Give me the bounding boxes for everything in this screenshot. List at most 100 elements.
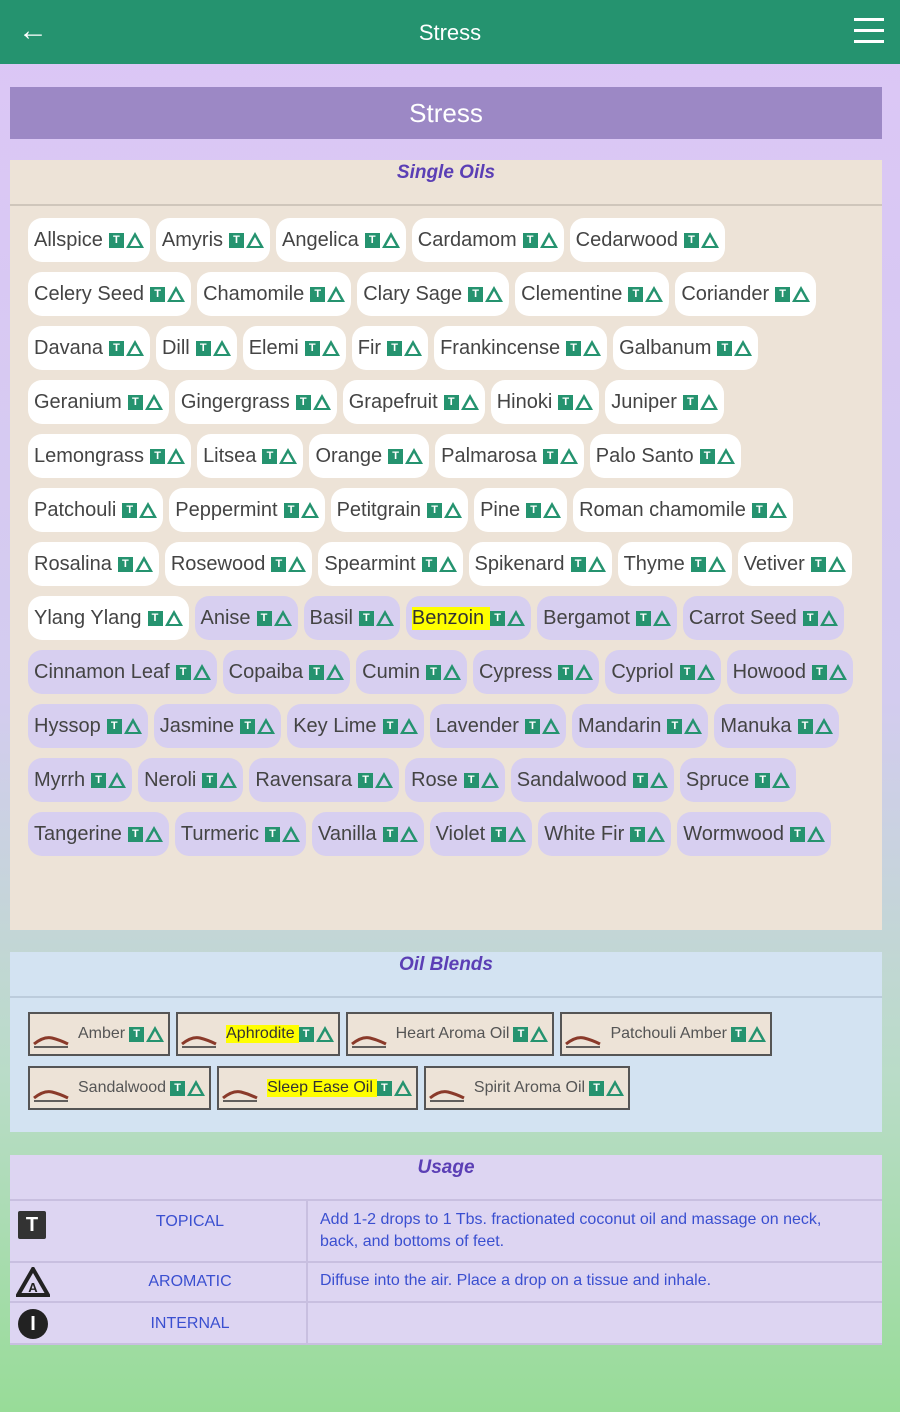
oil-chip[interactable]: Roman chamomile T: [573, 488, 793, 532]
topical-icon: T: [730, 1026, 746, 1042]
oil-chip[interactable]: Vanilla T: [312, 812, 424, 856]
usage-description: Diffuse into the air. Place a drop on a …: [320, 1272, 712, 1289]
topical-icon: T: [802, 610, 818, 626]
oil-chip[interactable]: Bergamot T: [537, 596, 677, 640]
oil-chip[interactable]: Ravensara T: [249, 758, 400, 802]
oil-chip[interactable]: Jasmine T: [153, 704, 282, 748]
aromatic-icon: [827, 556, 846, 572]
topical-icon: T: [632, 772, 648, 788]
oil-chip[interactable]: Sandalwood T: [510, 758, 674, 802]
oil-chip[interactable]: Chamomile T: [197, 272, 352, 316]
oil-chip[interactable]: Cardamom T: [411, 218, 564, 262]
blend-item[interactable]: Aphrodite T: [176, 1012, 340, 1056]
aromatic-icon: [575, 664, 594, 680]
oil-chip[interactable]: Spruce T: [679, 758, 797, 802]
oil-chip[interactable]: Allspice T: [28, 218, 150, 262]
aromatic-icon: [125, 232, 144, 248]
oil-chip[interactable]: Fir T: [351, 326, 429, 370]
oil-chip[interactable]: Neroli T: [138, 758, 244, 802]
oil-chip[interactable]: Cypress T: [472, 650, 600, 694]
oil-chip[interactable]: Benzoin T: [405, 596, 532, 640]
blend-item[interactable]: Sleep Ease Oil T: [217, 1066, 418, 1110]
blend-item[interactable]: Amber T: [28, 1012, 171, 1056]
oil-chip[interactable]: Violet T: [429, 812, 533, 856]
oil-chip[interactable]: Howood T: [726, 650, 853, 694]
blend-item[interactable]: Patchouli Amber T: [560, 1012, 772, 1056]
topical-icon: T: [202, 772, 218, 788]
oil-chip[interactable]: Frankincense T: [434, 326, 608, 370]
oil-chip[interactable]: Cypriol T: [605, 650, 721, 694]
oil-chip[interactable]: Galbanum T: [613, 326, 759, 370]
oil-chip[interactable]: Pine T: [474, 488, 568, 532]
topical-icon: T: [388, 448, 404, 464]
oil-chip[interactable]: Rosalina T: [28, 542, 159, 586]
oil-chip[interactable]: Coriander T: [675, 272, 817, 316]
oil-chip[interactable]: Geranium T: [28, 380, 169, 424]
oil-chip[interactable]: Elemi T: [242, 326, 346, 370]
oil-chip[interactable]: Celery Seed T: [28, 272, 192, 316]
oil-chip[interactable]: Davana T: [28, 326, 150, 370]
oil-chip[interactable]: Grapefruit T: [342, 380, 485, 424]
blend-item[interactable]: Spirit Aroma Oil T: [423, 1066, 631, 1110]
blend-name: Amber: [78, 1025, 126, 1042]
aromatic-icon: [707, 556, 726, 572]
oil-chip[interactable]: Lemongrass T: [28, 434, 192, 478]
oil-chip[interactable]: White Fir T: [538, 812, 672, 856]
topical-icon: T: [175, 664, 191, 680]
oil-chip[interactable]: Manuka T: [714, 704, 839, 748]
oil-chip[interactable]: Juniper T: [605, 380, 724, 424]
aromatic-icon: [405, 448, 424, 464]
oil-chip[interactable]: Carrot Seed T: [682, 596, 844, 640]
blend-item[interactable]: Sandalwood T: [28, 1066, 212, 1110]
oil-chip[interactable]: Copaiba T: [222, 650, 351, 694]
oil-name: Cypress: [478, 660, 553, 683]
oil-chip[interactable]: Spearmint T: [318, 542, 463, 586]
oil-name: Lavender: [435, 714, 519, 737]
oil-chip[interactable]: Cedarwood T: [569, 218, 725, 262]
oil-chip[interactable]: Mandarin T: [571, 704, 709, 748]
oil-chip[interactable]: Ylang Ylang T: [28, 596, 189, 640]
oil-chip[interactable]: Rose T: [405, 758, 505, 802]
topical-icon: T: [309, 664, 325, 680]
oil-chip[interactable]: Thyme T: [617, 542, 732, 586]
oil-chip[interactable]: Anise T: [194, 596, 298, 640]
oil-chip[interactable]: Peppermint T: [169, 488, 325, 532]
oil-name: Palmarosa: [441, 444, 537, 467]
oil-chip[interactable]: Cinnamon Leaf T: [28, 650, 217, 694]
oil-chip[interactable]: Angelica T: [276, 218, 406, 262]
oil-chip[interactable]: Hinoki T: [490, 380, 600, 424]
oil-chip[interactable]: Gingergrass T: [174, 380, 337, 424]
oil-chip[interactable]: Amyris T: [155, 218, 271, 262]
oil-chip[interactable]: Clary Sage T: [357, 272, 510, 316]
usage-description: Add 1-2 drops to 1 Tbs. fractionated coc…: [320, 1211, 822, 1250]
oil-chip[interactable]: Dill T: [155, 326, 237, 370]
oil-chip[interactable]: Basil T: [303, 596, 400, 640]
blend-name: Heart Aroma Oil: [395, 1025, 510, 1042]
oil-chip[interactable]: Cumin T: [356, 650, 467, 694]
oil-name: Hyssop: [34, 714, 101, 737]
oil-chip[interactable]: Myrrh T: [28, 758, 133, 802]
oil-chip[interactable]: Patchouli T: [28, 488, 164, 532]
usage-row-aromatic: A AROMATIC Diffuse into the air. Place a…: [10, 1263, 882, 1303]
oil-chip[interactable]: Orange T: [309, 434, 430, 478]
oil-chip[interactable]: Spikenard T: [468, 542, 612, 586]
oil-chip[interactable]: Rosewood T: [164, 542, 313, 586]
oil-chip[interactable]: Key Lime T: [287, 704, 424, 748]
topical-icon: T: [790, 826, 806, 842]
oil-chip[interactable]: Clementine T: [515, 272, 670, 316]
oil-chip[interactable]: Palmarosa T: [435, 434, 584, 478]
bottle-thumbnail-icon: [178, 1014, 221, 1054]
hamburger-menu-icon[interactable]: [854, 18, 884, 44]
oil-chip[interactable]: Petitgrain T: [330, 488, 469, 532]
oil-chip[interactable]: Wormwood T: [677, 812, 832, 856]
oil-name: Cumin: [362, 660, 420, 683]
oil-chip[interactable]: Palo Santo T: [589, 434, 741, 478]
oil-chip[interactable]: Lavender T: [429, 704, 566, 748]
blend-item[interactable]: Heart Aroma Oil T: [345, 1012, 555, 1056]
oil-chip[interactable]: Vetiver T: [737, 542, 852, 586]
usage-card: Usage T TOPICAL Add 1-2 drops to 1 Tbs. …: [10, 1155, 882, 1345]
oil-chip[interactable]: Hyssop T: [28, 704, 148, 748]
oil-chip[interactable]: Tangerine T: [28, 812, 169, 856]
oil-chip[interactable]: Litsea T: [197, 434, 304, 478]
oil-chip[interactable]: Turmeric T: [174, 812, 306, 856]
